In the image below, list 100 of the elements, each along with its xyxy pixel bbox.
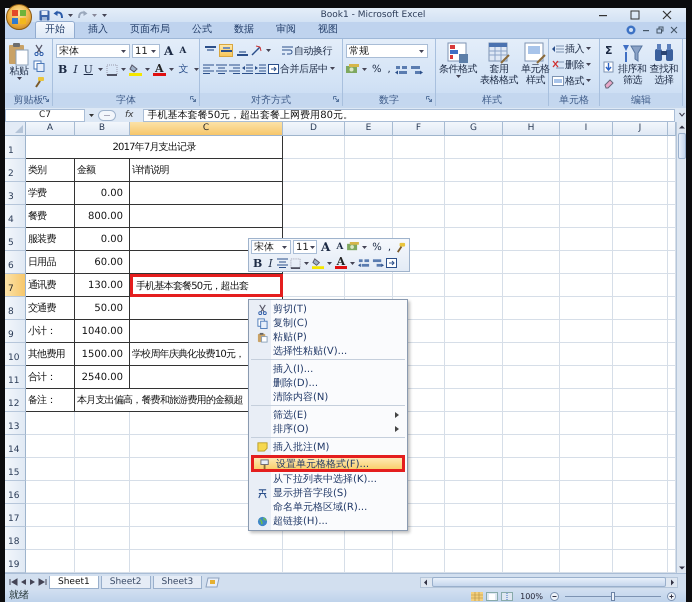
font-name-field[interactable]: 宋体 bbox=[251, 240, 291, 254]
menu-item[interactable]: 命名单元格区域(R)... bbox=[251, 500, 405, 514]
close-icon[interactable] bbox=[670, 26, 678, 34]
sort-filter-button[interactable]: 排序和 筛选 bbox=[618, 41, 646, 86]
caret-icon[interactable] bbox=[68, 14, 73, 16]
ribbon-tab[interactable]: 数据 bbox=[225, 22, 263, 38]
grow-font-button[interactable]: A bbox=[162, 44, 176, 58]
ribbon-tab[interactable]: 视图 bbox=[309, 22, 347, 38]
italic-button[interactable]: I bbox=[71, 63, 80, 76]
insert-button[interactable]: 插入 bbox=[552, 42, 592, 55]
scroll-thumb[interactable] bbox=[432, 577, 666, 587]
fill-down-icon[interactable] bbox=[603, 61, 615, 73]
row-header[interactable]: 7 bbox=[5, 274, 26, 297]
menu-item[interactable]: 显示拼音字段(S) bbox=[251, 486, 405, 500]
eraser-icon[interactable] bbox=[603, 77, 615, 89]
phonetic-button[interactable]: 文 bbox=[176, 63, 190, 76]
row-header[interactable]: 2 bbox=[5, 159, 26, 182]
paste-button[interactable]: 粘贴 bbox=[8, 41, 30, 80]
brush-icon[interactable] bbox=[33, 76, 45, 88]
dialog-launcher-icon[interactable] bbox=[333, 96, 339, 102]
copy-icon[interactable] bbox=[33, 60, 45, 72]
sheet-tab[interactable]: Sheet1 bbox=[49, 576, 99, 588]
zoom-slider-thumb[interactable] bbox=[611, 592, 615, 600]
caret-icon[interactable] bbox=[362, 68, 367, 71]
dialog-launcher-icon[interactable] bbox=[426, 96, 432, 102]
scissors-icon[interactable] bbox=[33, 44, 45, 56]
column-header[interactable]: J bbox=[613, 122, 668, 136]
scroll-right-icon[interactable] bbox=[668, 578, 677, 586]
align-center-icon[interactable] bbox=[216, 64, 227, 74]
caret-icon[interactable] bbox=[168, 68, 174, 71]
font-color-button[interactable]: A bbox=[152, 64, 166, 76]
column-header[interactable]: B bbox=[75, 122, 130, 136]
row-header[interactable]: 11 bbox=[5, 366, 26, 389]
zoom-in-icon[interactable] bbox=[667, 592, 676, 600]
save-icon[interactable] bbox=[39, 10, 50, 20]
row-header[interactable]: 14 bbox=[5, 435, 26, 458]
delete-button[interactable]: 删除 bbox=[552, 58, 592, 71]
menu-item[interactable]: 插入批注(M) bbox=[251, 437, 405, 454]
first-sheet-icon[interactable] bbox=[9, 578, 18, 586]
column-header[interactable]: A bbox=[26, 122, 75, 136]
percent-button[interactable]: % bbox=[370, 240, 384, 254]
caret-icon[interactable] bbox=[98, 68, 103, 71]
previous-sheet-icon[interactable] bbox=[20, 578, 27, 586]
font-size-field[interactable]: 11 bbox=[293, 240, 317, 254]
menu-item[interactable]: 删除(D)... bbox=[251, 376, 405, 390]
row-header[interactable]: 1 bbox=[5, 136, 26, 159]
next-sheet-icon[interactable] bbox=[29, 578, 36, 586]
row-header[interactable]: 10 bbox=[5, 343, 26, 366]
align-right-icon[interactable] bbox=[229, 64, 240, 74]
caret-icon[interactable] bbox=[120, 68, 126, 71]
column-header[interactable]: E bbox=[345, 122, 393, 136]
align-center-icon[interactable] bbox=[276, 258, 288, 268]
caret-icon[interactable] bbox=[326, 262, 332, 264]
align-left-icon[interactable] bbox=[203, 64, 214, 74]
vertical-scrollbar[interactable] bbox=[676, 122, 686, 573]
column-header[interactable]: F bbox=[393, 122, 445, 136]
table-format-button[interactable]: 套用 表格格式 bbox=[480, 41, 518, 86]
fill-bucket-icon[interactable] bbox=[128, 63, 142, 76]
caret-icon[interactable] bbox=[304, 262, 309, 264]
caret-icon[interactable] bbox=[194, 68, 198, 71]
format-button[interactable]: 格式 bbox=[552, 74, 592, 87]
menu-item[interactable]: 从下拉列表中选择(K)... bbox=[251, 472, 405, 486]
row-header[interactable]: 17 bbox=[5, 504, 26, 527]
row-header[interactable]: 19 bbox=[5, 550, 26, 573]
column-header[interactable]: I bbox=[560, 122, 613, 136]
conditional-format-button[interactable]: 条件格式 bbox=[439, 41, 477, 78]
name-box[interactable]: C7 bbox=[5, 108, 85, 122]
shrink-font-button[interactable]: A bbox=[334, 240, 346, 254]
ribbon-tab[interactable]: 插入 bbox=[79, 22, 117, 38]
zoom-out-icon[interactable] bbox=[550, 592, 559, 600]
text-angle-icon[interactable] bbox=[251, 45, 263, 56]
row-header[interactable]: 5 bbox=[5, 228, 26, 251]
menu-item[interactable]: 复制(C) bbox=[251, 316, 405, 330]
caret-icon[interactable] bbox=[144, 68, 150, 71]
dialog-launcher-icon[interactable] bbox=[43, 96, 49, 102]
help-icon[interactable] bbox=[626, 25, 636, 35]
vertical-align-button[interactable] bbox=[219, 44, 233, 57]
merge-cells-icon[interactable] bbox=[386, 258, 398, 268]
underline-button[interactable]: U bbox=[82, 63, 95, 76]
comma-style-button[interactable]: , bbox=[386, 240, 393, 254]
zoom-level[interactable]: 100% bbox=[520, 592, 543, 600]
bold-button[interactable]: B bbox=[56, 63, 70, 76]
increase-decimal-icon[interactable] bbox=[394, 64, 408, 74]
row-header[interactable]: 8 bbox=[5, 297, 26, 320]
increase-indent-icon[interactable] bbox=[255, 64, 266, 74]
horizontal-scrollbar[interactable] bbox=[420, 576, 678, 588]
page-break-icon[interactable] bbox=[501, 592, 514, 600]
column-header[interactable]: C bbox=[130, 122, 283, 136]
scroll-thumb[interactable] bbox=[678, 133, 686, 159]
ribbon-tab[interactable]: 公式 bbox=[183, 22, 221, 38]
row-header[interactable]: 18 bbox=[5, 527, 26, 550]
wrap-text-button[interactable]: 自动换行 bbox=[282, 44, 332, 57]
menu-item[interactable]: 粘贴(P) bbox=[251, 330, 405, 344]
menu-item[interactable]: 筛选(E) bbox=[251, 405, 405, 422]
border-icon[interactable] bbox=[290, 258, 301, 268]
sheet-tab[interactable]: Sheet2 bbox=[100, 576, 150, 588]
row-header[interactable]: 9 bbox=[5, 320, 26, 343]
shrink-font-button[interactable]: A bbox=[177, 44, 188, 58]
maximize-icon[interactable] bbox=[630, 10, 640, 20]
row-header[interactable]: 15 bbox=[5, 458, 26, 481]
